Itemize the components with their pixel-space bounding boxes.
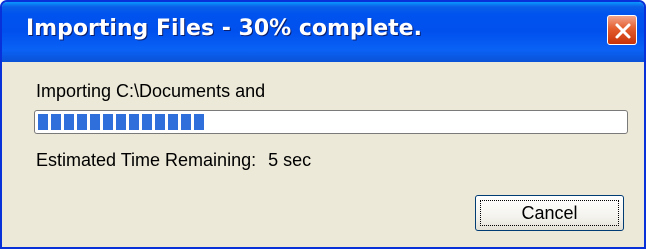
close-button[interactable] <box>607 15 637 45</box>
import-progress-dialog: Importing Files - 30% complete. Importin… <box>0 0 646 249</box>
focus-ring <box>480 200 619 226</box>
progress-bar <box>34 110 628 134</box>
title-bar[interactable]: Importing Files - 30% complete. <box>2 2 644 62</box>
eta-label: Estimated Time Remaining: <box>36 150 257 170</box>
window-title: Importing Files - 30% complete. <box>26 16 422 41</box>
estimated-time-remaining: Estimated Time Remaining: 5 sec <box>36 150 311 171</box>
close-icon <box>615 23 631 39</box>
cancel-button[interactable]: Cancel <box>475 195 624 231</box>
eta-value: 5 sec <box>268 150 312 170</box>
progress-bar-fill <box>38 114 204 130</box>
import-status-message: Importing C:\Documents and <box>36 81 266 101</box>
